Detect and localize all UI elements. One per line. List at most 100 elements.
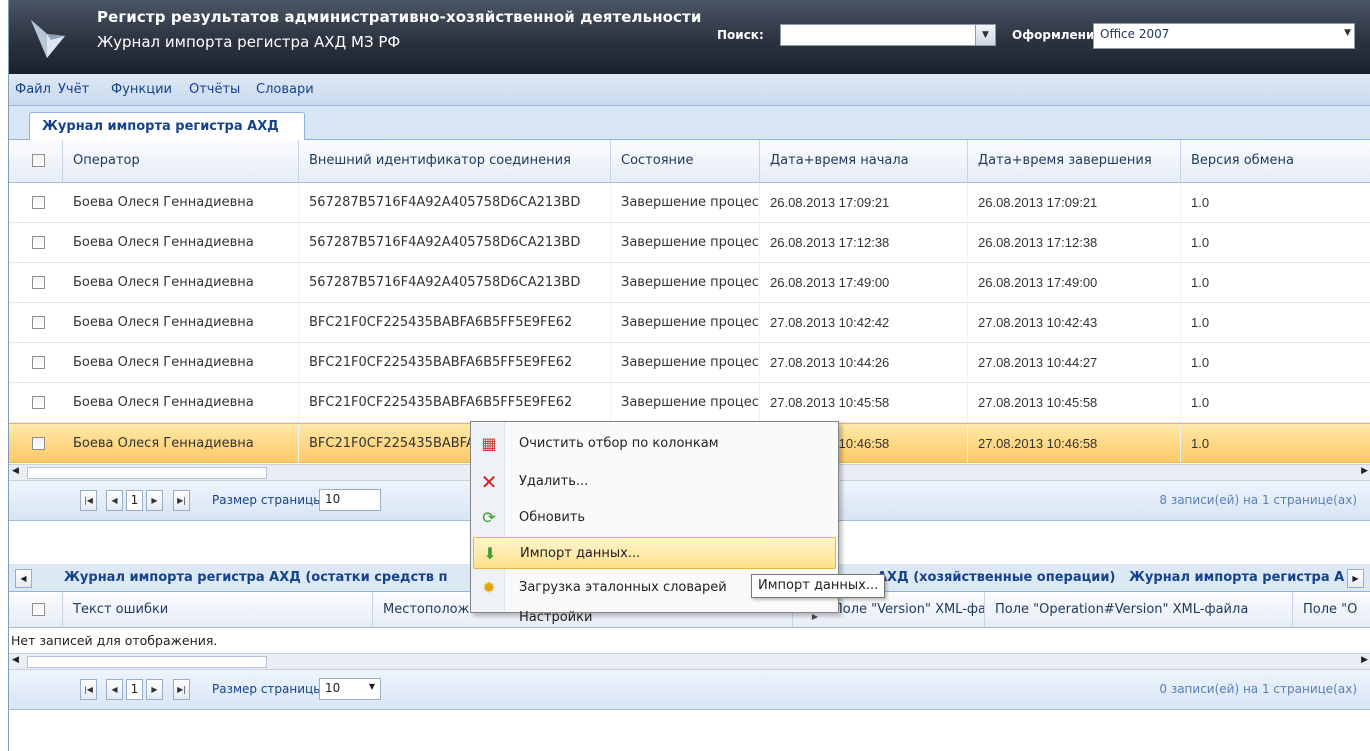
tab-import-operations[interactable]: АХД (хозяйственные операции) — [877, 570, 1115, 585]
next-page-button[interactable]: ▶ — [146, 679, 163, 700]
scroll-right-icon[interactable]: ▶ — [1361, 466, 1368, 476]
row-checkbox[interactable] — [32, 437, 45, 450]
menu-item-refresh[interactable]: ⟳ Обновить — [473, 502, 836, 534]
app-logo-icon — [31, 20, 65, 58]
cell-end-time: 27.08.2013 10:44:27 — [968, 343, 1181, 382]
header-connection-id[interactable]: Внешний идентификатор соединения — [299, 140, 611, 183]
submenu-arrow-icon: ▶ — [811, 612, 818, 621]
header-state[interactable]: Состояние — [611, 140, 760, 183]
row-checkbox[interactable] — [32, 356, 45, 369]
table-row[interactable]: Боева Олеся ГеннадиевнаBFC21F0CF225435BA… — [9, 383, 1370, 423]
page-size-select[interactable]: 10 — [319, 489, 381, 511]
cell-exchange-version: 1.0 — [1181, 183, 1370, 222]
cell-end-time: 27.08.2013 10:46:58 — [968, 424, 1181, 463]
page-size-select[interactable]: 10 ▼ — [319, 678, 381, 700]
first-page-button[interactable]: |◀ — [80, 490, 97, 511]
cell-connection-id: 567287B5716F4A92A405758D6CA213BD — [299, 183, 611, 222]
scroll-left-icon[interactable]: ◀ — [12, 466, 19, 476]
menu-bar: Файл Учёт Функции Отчёты Словари — [9, 74, 1370, 106]
horizontal-scrollbar-2[interactable]: ◀ ▶ — [9, 653, 1370, 670]
menu-item-clear-filter[interactable]: ▦ Очистить отбор по колонкам — [473, 428, 836, 460]
row-checkbox[interactable] — [32, 396, 45, 409]
records-info: 0 записи(ей) на 1 странице(ах) — [1159, 682, 1357, 696]
prev-page-button[interactable]: ◀ — [106, 490, 123, 511]
table-row[interactable]: Боева Олеся Геннадиевна 567287B5716F4A92A… — [9, 223, 1370, 263]
header2-o-field[interactable]: Поле "O — [1293, 592, 1370, 628]
table-row[interactable]: Боева Олеся Геннадиевна 567287B5716F4A92A… — [9, 263, 1370, 303]
cell-operator: Боева Олеся Геннадиевна — [63, 183, 299, 222]
cell-operator: Боева Олеся Геннадиевна — [63, 424, 299, 463]
last-page-button[interactable]: ▶| — [173, 490, 190, 511]
header-operator[interactable]: Оператор — [63, 140, 299, 183]
chevron-down-icon: ▼ — [368, 682, 375, 691]
cell-start-time: 26.08.2013 17:49:00 — [760, 263, 968, 302]
app-title: Регистр результатов административно-хозя… — [97, 8, 702, 26]
menu-dictionaries[interactable]: Словари — [256, 82, 314, 97]
cell-exchange-version: 1.0 — [1181, 263, 1370, 302]
cell-state: Завершение процесса — [611, 303, 760, 342]
row-checkbox[interactable] — [32, 316, 45, 329]
prev-page-button[interactable]: ◀ — [106, 679, 123, 700]
menu-file[interactable]: Файл — [15, 82, 51, 97]
scroll-right-icon[interactable]: ▶ — [1361, 655, 1368, 665]
cell-operator: Боева Олеся Геннадиевна — [63, 303, 299, 342]
cell-state: Завершение процесса — [611, 343, 760, 382]
cell-end-time: 26.08.2013 17:09:21 — [968, 183, 1181, 222]
row-checkbox[interactable] — [32, 196, 45, 209]
tab-import-other[interactable]: Журнал импорта регистра А — [1129, 570, 1344, 585]
empty-message: Нет записей для отображения. — [11, 633, 218, 648]
page-number[interactable]: 1 — [126, 490, 143, 511]
search-input[interactable] — [780, 24, 996, 46]
menu-item-label: Импорт данных... — [520, 546, 641, 561]
menu-item-delete[interactable]: ✕ Удалить... — [473, 466, 836, 498]
cell-end-time: 26.08.2013 17:49:00 — [968, 263, 1181, 302]
tab-import-balances[interactable]: Журнал импорта регистра АХД (остатки сре… — [64, 570, 448, 585]
pager-bottom: |◀ ◀ 1 ▶ ▶| Размер страницы: 10 ▼ 0 запис… — [9, 670, 1370, 710]
page-size-value: 10 — [325, 492, 341, 506]
cell-start-time: 27.08.2013 10:45:58 — [760, 383, 968, 422]
menu-reports[interactable]: Отчёты — [189, 82, 240, 97]
search-dropdown-button[interactable]: ▼ — [975, 24, 996, 46]
title-bar: Регистр результатов административно-хозя… — [9, 0, 1370, 74]
scroll-thumb[interactable] — [27, 467, 267, 479]
row-checkbox[interactable] — [32, 236, 45, 249]
select-all-checkbox[interactable] — [32, 154, 45, 167]
tab-strip: Журнал импорта регистра АХД — [9, 106, 1370, 141]
tabs-scroll-right-icon[interactable]: ▶ — [1347, 569, 1364, 588]
cell-operator: Боева Олеся Геннадиевна — [63, 223, 299, 262]
cell-state: Завершение процесса — [611, 383, 760, 422]
menu-accounting[interactable]: Учёт — [58, 82, 89, 97]
theme-select[interactable]: Office 2007 ▼ — [1093, 23, 1355, 49]
table-row[interactable]: Боева Олеся Геннадиевна 567287B5716F4A92A… — [9, 183, 1370, 223]
cell-connection-id: BFC21F0CF225435BABFA6B5FF5E9FE62 — [299, 383, 611, 422]
delete-x-icon: ✕ — [480, 470, 498, 494]
scroll-left-icon[interactable]: ◀ — [12, 655, 19, 665]
last-page-button[interactable]: ▶| — [173, 679, 190, 700]
header-end-time[interactable]: Дата+время завершения — [968, 140, 1181, 183]
menu-functions[interactable]: Функции — [111, 82, 172, 97]
cell-operator: Боева Олеся Геннадиевна — [63, 383, 299, 422]
header-start-time[interactable]: Дата+время начала — [760, 140, 968, 183]
first-page-button[interactable]: |◀ — [80, 679, 97, 700]
menu-item-label: Настройки — [519, 610, 593, 625]
table-row[interactable]: Боева Олеся ГеннадиевнаBFC21F0CF225435BA… — [9, 343, 1370, 383]
select-all-checkbox-2[interactable] — [32, 603, 45, 616]
cell-state: Завершение процесса — [611, 183, 760, 222]
header-exchange-version[interactable]: Версия обмена — [1181, 140, 1370, 183]
header-select-all — [9, 140, 63, 183]
menu-item-import-data[interactable]: ⬇ Импорт данных... — [473, 537, 836, 569]
page-number[interactable]: 1 — [126, 679, 143, 700]
header2-error-text[interactable]: Текст ошибки — [63, 592, 373, 628]
cell-exchange-version: 1.0 — [1181, 303, 1370, 342]
row-checkbox[interactable] — [32, 276, 45, 289]
scroll-thumb[interactable] — [27, 656, 267, 668]
chevron-down-icon: ▼ — [1344, 28, 1351, 38]
table-row[interactable]: Боева Олеся ГеннадиевнаBFC21F0CF225435BA… — [9, 303, 1370, 343]
cell-start-time: 27.08.2013 10:42:42 — [760, 303, 968, 342]
tabs-scroll-left-icon[interactable]: ◀ — [15, 569, 32, 588]
tab-import-journal[interactable]: Журнал импорта регистра АХД — [29, 112, 305, 141]
header2-operation-version[interactable]: Поле "Operation#Version" XML-файла — [985, 592, 1293, 628]
app-subtitle: Журнал импорта регистра АХД МЗ РФ — [97, 33, 401, 51]
cell-end-time: 27.08.2013 10:42:43 — [968, 303, 1181, 342]
next-page-button[interactable]: ▶ — [146, 490, 163, 511]
